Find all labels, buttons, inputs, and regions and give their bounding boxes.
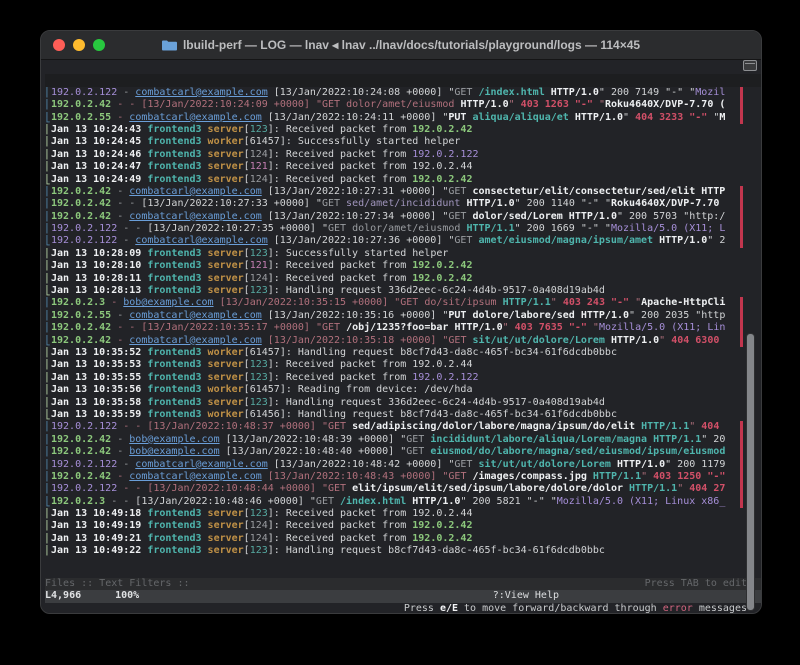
traffic-lights [53, 39, 105, 51]
tab-hint-text: Press TAB to edit [645, 578, 747, 590]
zoom-window-button[interactable] [93, 39, 105, 51]
error-indicator [740, 446, 743, 458]
log-view[interactable]: ⎢192.0.2.122 - combatcarl@example.com [1… [45, 87, 761, 558]
log-line[interactable]: ⎣Jan 13 10:24:49 frontend3 server[124]: … [45, 174, 761, 186]
prompt-hint-suffix: messages [693, 603, 747, 614]
minimize-window-button[interactable] [73, 39, 85, 51]
error-indicator [740, 471, 743, 483]
log-line[interactable]: ⎢Jan 13 10:35:55 frontend3 server[123]: … [45, 372, 761, 384]
log-line[interactable]: ⎡Jan 13 10:49:18 frontend3 server[123]: … [45, 508, 761, 520]
prompt-hint-mid: to move forward/backward through [458, 603, 663, 614]
log-line[interactable]: ⎢Jan 13 10:35:58 frontend3 server[123]: … [45, 397, 761, 409]
log-line[interactable]: ⎡192.0.2.122 - - [13/Jan/2022:10:48:37 +… [45, 421, 761, 433]
error-indicator [740, 186, 743, 198]
error-indicator [740, 496, 743, 508]
log-line[interactable]: ⎢Jan 13 10:49:22 frontend3 server[123]: … [45, 545, 761, 557]
view-help-hint: ?:View Help [493, 590, 559, 602]
log-line[interactable]: ⎡192.0.2.42 - combatcarl@example.com [13… [45, 186, 761, 198]
log-line[interactable]: ⎢192.0.2.42 - combatcarl@example.com [13… [45, 211, 761, 223]
files-filter-label[interactable]: Files :: Text Filters :: [45, 578, 190, 590]
log-view-empty-space [45, 558, 761, 578]
log-line[interactable]: ⎢192.0.2.42 - - [13/Jan/2022:10:35:17 +0… [45, 322, 761, 334]
log-line[interactable]: ⎢192.0.2.122 - - [13/Jan/2022:10:27:35 +… [45, 223, 761, 235]
terminal-content[interactable]: 2022-09-01T14:09:34 PDT LOG⟩2022-01-13T1… [41, 60, 761, 614]
log-line[interactable]: ⎣Jan 13 10:28:13 frontend3 server[123]: … [45, 285, 761, 297]
error-indicator [740, 434, 743, 446]
log-line[interactable]: ⎢Jan 13 10:35:53 frontend3 server[123]: … [45, 359, 761, 371]
log-line[interactable]: ⎢192.0.2.42 - bob@example.com [13/Jan/20… [45, 434, 761, 446]
log-line[interactable]: ⎢192.0.2.42 - - [13/Jan/2022:10:24:09 +0… [45, 99, 761, 111]
window-title-text: lbuild-perf — LOG — lnav ◂ lnav ../lnav/… [183, 38, 640, 52]
error-indicator [740, 99, 743, 111]
log-line[interactable]: ⎣192.0.2.122 - combatcarl@example.com [1… [45, 235, 761, 247]
log-line[interactable]: ⎢Jan 13 10:28:11 frontend3 server[124]: … [45, 273, 761, 285]
status-bar: L4,966 100% ?:View Help [45, 590, 761, 602]
title-bar[interactable]: lbuild-perf — LOG — lnav ◂ lnav ../lnav/… [41, 31, 761, 60]
log-line[interactable]: ⎣192.0.2.3 - - [13/Jan/2022:10:48:46 +00… [45, 496, 761, 508]
log-line[interactable]: ⎡192.0.2.3 - bob@example.com [13/Jan/202… [45, 297, 761, 309]
log-line[interactable]: ⎢192.0.2.122 - combatcarl@example.com [1… [45, 459, 761, 471]
log-line[interactable]: ⎢Jan 13 10:35:56 frontend3 worker[61457]… [45, 384, 761, 396]
log-line[interactable]: ⎢192.0.2.122 - - [13/Jan/2022:10:48:44 +… [45, 483, 761, 495]
log-line[interactable]: ⎢Jan 13 10:49:21 frontend3 server[124]: … [45, 533, 761, 545]
error-indicator [740, 483, 743, 495]
folder-icon [162, 40, 177, 51]
log-line[interactable]: ⎣192.0.2.42 - combatcarl@example.com [13… [45, 335, 761, 347]
log-line[interactable]: ⎢192.0.2.42 - combatcarl@example.com [13… [45, 471, 761, 483]
error-indicator [740, 335, 743, 347]
prompt-hint-prefix: Press [404, 603, 440, 614]
scrollbar-config-panel-icon[interactable] [743, 60, 757, 71]
log-line[interactable]: ⎢192.0.2.122 - combatcarl@example.com [1… [45, 87, 761, 99]
prompt-line[interactable]: Press e/E to move forward/backward throu… [45, 603, 761, 614]
log-line[interactable]: ⎢Jan 13 10:24:45 frontend3 worker[61457]… [45, 136, 761, 148]
line-number-indicator: L4,966 [45, 590, 81, 602]
scroll-percent-indicator: 100% [115, 590, 139, 602]
prompt-error-word: error [663, 603, 693, 614]
log-line[interactable]: ⎣192.0.2.55 - combatcarl@example.com [13… [45, 112, 761, 124]
log-line[interactable]: ⎡Jan 13 10:28:09 frontend3 server[123]: … [45, 248, 761, 260]
error-indicator [740, 459, 743, 471]
error-indicator [740, 310, 743, 322]
close-window-button[interactable] [53, 39, 65, 51]
error-indicator [740, 322, 743, 334]
log-line[interactable]: ⎣Jan 13 10:35:59 frontend3 worker[61456]… [45, 409, 761, 421]
breadcrumb[interactable]: LOG⟩2022-01-13T10:24:08.000⟩access_log⟩a… [45, 74, 761, 86]
scrollbar-thumb[interactable] [746, 333, 755, 611]
window-title: lbuild-perf — LOG — lnav ◂ lnav ../lnav/… [162, 38, 640, 52]
error-indicator [740, 87, 743, 99]
log-line[interactable]: ⎡Jan 13 10:24:43 frontend3 server[123]: … [45, 124, 761, 136]
log-line[interactable]: ⎡Jan 13 10:35:52 frontend3 worker[61457]… [45, 347, 761, 359]
files-filter-bar[interactable]: Files :: Text Filters :: Press TAB to ed… [45, 578, 761, 590]
error-indicator [740, 198, 743, 210]
session-time-line: 2022-09-01T14:09:34 PDT [45, 62, 761, 74]
error-indicator [740, 297, 743, 309]
error-indicator [740, 112, 743, 124]
log-line[interactable]: ⎢Jan 13 10:24:46 frontend3 server[124]: … [45, 149, 761, 161]
log-line[interactable]: ⎢Jan 13 10:28:10 frontend3 server[121]: … [45, 260, 761, 272]
log-line[interactable]: ⎢Jan 13 10:24:47 frontend3 server[121]: … [45, 161, 761, 173]
log-line[interactable]: ⎢192.0.2.42 - - [13/Jan/2022:10:27:33 +0… [45, 198, 761, 210]
error-indicator [740, 235, 743, 247]
error-indicator [740, 421, 743, 433]
log-line[interactable]: ⎢192.0.2.42 - bob@example.com [13/Jan/20… [45, 446, 761, 458]
error-indicator [740, 223, 743, 235]
log-line[interactable]: ⎢192.0.2.55 - combatcarl@example.com [13… [45, 310, 761, 322]
error-indicator [740, 211, 743, 223]
terminal-window: lbuild-perf — LOG — lnav ◂ lnav ../lnav/… [40, 30, 762, 614]
prompt-hotkey: e/E [440, 603, 458, 614]
log-line[interactable]: ⎢Jan 13 10:49:19 frontend3 server[124]: … [45, 520, 761, 532]
desktop: { "window": { "title": "lbuild-perf — LO… [0, 0, 800, 665]
